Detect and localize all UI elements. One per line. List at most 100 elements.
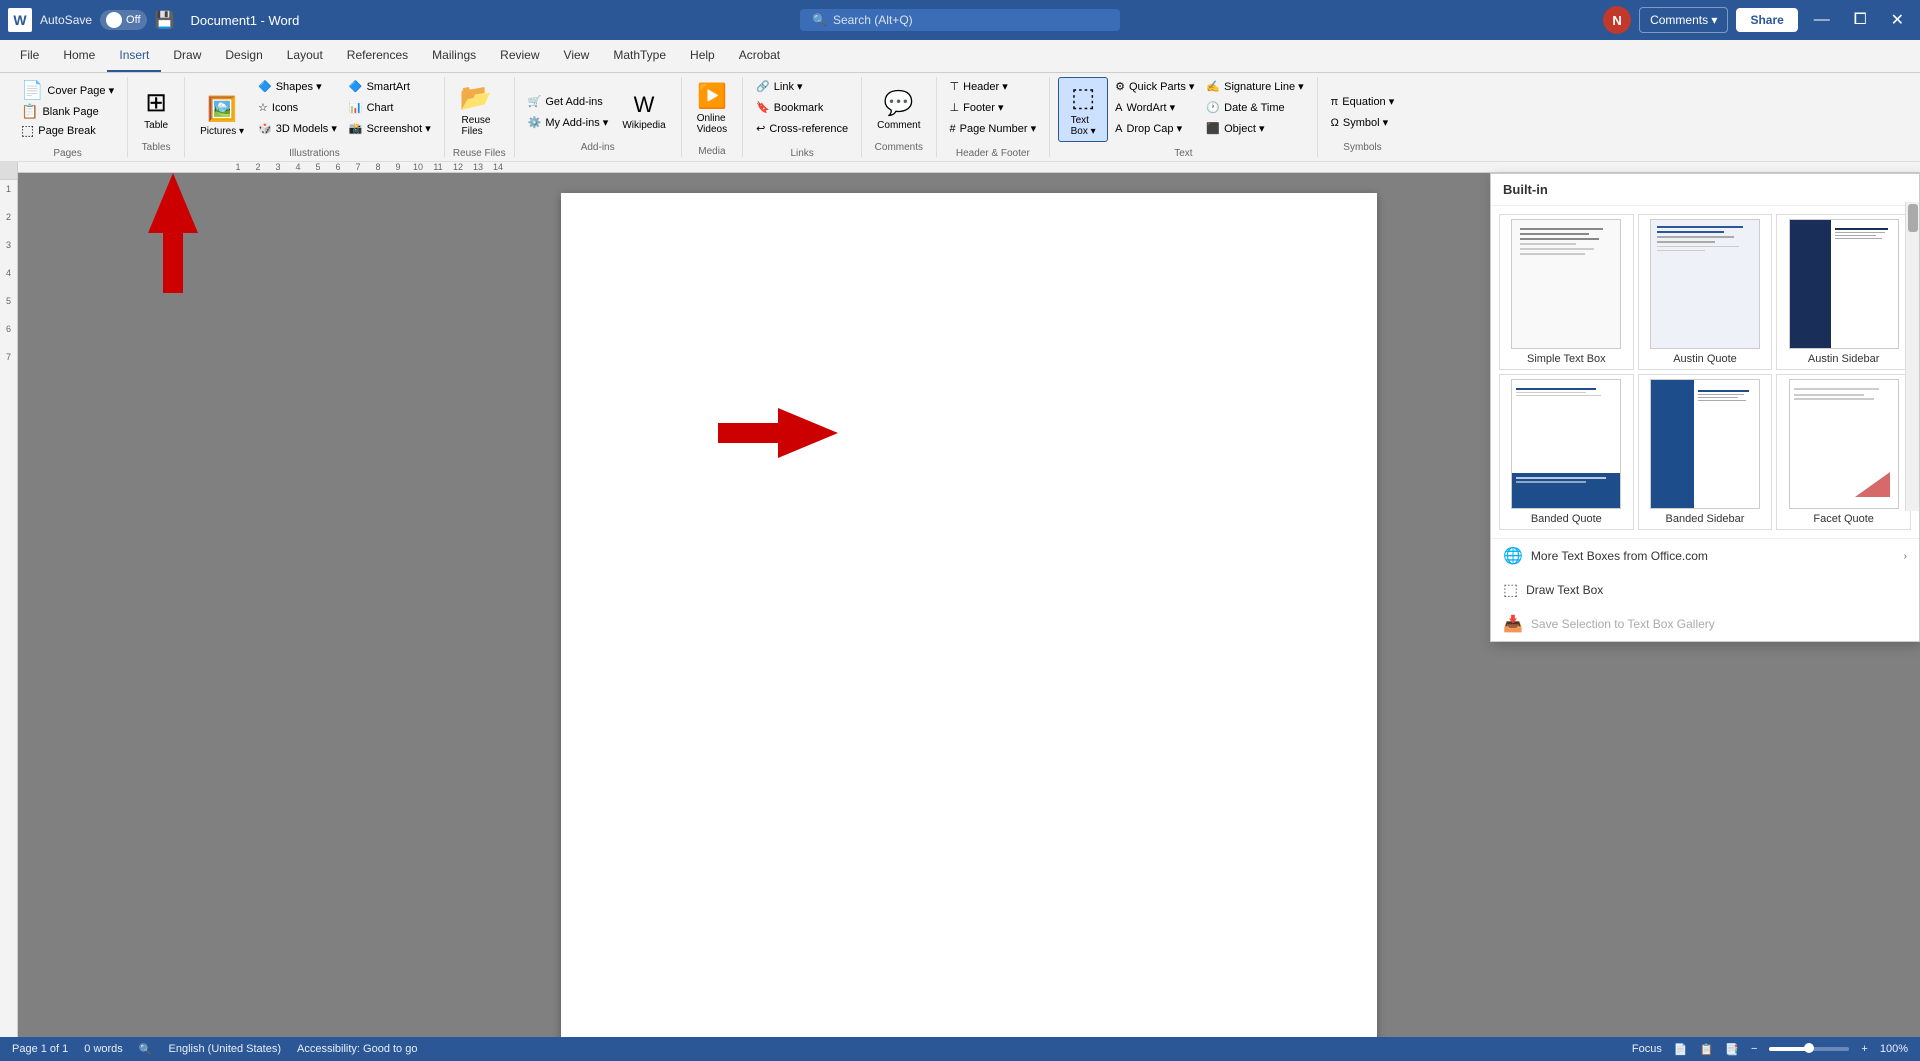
- header-button[interactable]: ⊤ Header ▾: [945, 77, 1042, 96]
- zoom-knob[interactable]: [1804, 1043, 1814, 1053]
- tab-mailings[interactable]: Mailings: [420, 40, 488, 72]
- gallery-scrollbar[interactable]: [1905, 202, 1919, 511]
- layout-page-icon[interactable]: 📄: [1674, 1043, 1688, 1056]
- language-label[interactable]: English (United States): [169, 1043, 282, 1055]
- footer-button[interactable]: ⊥ Footer ▾: [945, 98, 1042, 117]
- 3d-models-button[interactable]: 🎲 3D Models ▾: [253, 119, 342, 138]
- minimize-button[interactable]: —: [1806, 7, 1838, 33]
- avatar[interactable]: N: [1603, 6, 1631, 34]
- toggle-state: Off: [126, 14, 140, 26]
- more-text-boxes-item[interactable]: 🌐 More Text Boxes from Office.com ›: [1491, 539, 1919, 573]
- text-box-label: TextBox ▾: [1071, 115, 1096, 137]
- wordart-button[interactable]: A WordArt ▾: [1110, 98, 1199, 117]
- page-break-label: Page Break: [38, 125, 95, 137]
- bookmark-button[interactable]: 🔖 Bookmark: [751, 98, 853, 117]
- table-label: Table: [144, 120, 168, 131]
- group-addins: 🛒 Get Add-ins ⚙️ My Add-ins ▾ W Wikipedi…: [515, 77, 682, 157]
- gallery-item-banded-quote[interactable]: Banded Quote: [1499, 374, 1634, 530]
- cover-page-button[interactable]: 📄 Cover Page ▾ 📋 Blank Page ⬚ Page Break: [16, 77, 119, 142]
- cross-reference-button[interactable]: ↩ Cross-reference: [751, 119, 853, 138]
- comments-items: 💬 Comment: [870, 77, 927, 140]
- my-addins-label: My Add-ins ▾: [545, 116, 608, 129]
- online-videos-icon: ▶️: [697, 82, 727, 111]
- quick-parts-button[interactable]: ⚙ Quick Parts ▾: [1110, 77, 1199, 96]
- gallery-item-simple-text-box[interactable]: Simple Text Box: [1499, 214, 1634, 370]
- tab-layout[interactable]: Layout: [275, 40, 335, 72]
- comment-button[interactable]: 💬 Comment: [870, 84, 927, 136]
- maximize-button[interactable]: ⧠: [1846, 7, 1875, 33]
- gallery-scrollbar-thumb[interactable]: [1908, 204, 1918, 232]
- tab-references[interactable]: References: [335, 40, 420, 72]
- get-addins-icon: 🛒: [528, 95, 542, 108]
- comments-button[interactable]: Comments ▾: [1639, 7, 1728, 33]
- symbol-button[interactable]: Ω Symbol ▾: [1326, 113, 1400, 132]
- gallery-item-banded-sidebar[interactable]: Banded Sidebar: [1638, 374, 1773, 530]
- tab-file[interactable]: File: [8, 40, 51, 72]
- signature-line-button[interactable]: ✍ Signature Line ▾: [1201, 77, 1308, 96]
- autosave-toggle[interactable]: Off: [100, 10, 146, 30]
- footer-icon: ⊥: [950, 101, 960, 114]
- layout-web-icon[interactable]: 📑: [1725, 1043, 1739, 1056]
- page-number-button[interactable]: # Page Number ▾: [945, 119, 1042, 138]
- draw-text-box-item[interactable]: ⬚ Draw Text Box: [1491, 573, 1919, 607]
- banded-quote-thumb: [1511, 379, 1621, 509]
- smartart-button[interactable]: 🔷 SmartArt: [344, 77, 436, 96]
- austin-sidebar-label: Austin Sidebar: [1808, 353, 1880, 365]
- smartart-icon: 🔷: [349, 80, 363, 93]
- tab-draw[interactable]: Draw: [161, 40, 213, 72]
- tab-home[interactable]: Home: [51, 40, 107, 72]
- save-icon[interactable]: 💾: [155, 10, 175, 30]
- addins-group-label: Add-ins: [523, 140, 673, 157]
- icons-button[interactable]: ☆ Icons: [253, 98, 342, 117]
- icons-label: Icons: [272, 102, 298, 114]
- zoom-in-icon[interactable]: +: [1861, 1043, 1867, 1055]
- gallery-item-austin-quote[interactable]: Austin Quote: [1638, 214, 1773, 370]
- banded-sidebar-thumb: [1650, 379, 1760, 509]
- blank-page-label: Blank Page: [42, 106, 98, 118]
- link-button[interactable]: 🔗 Link ▾: [751, 77, 853, 96]
- text-box-button[interactable]: ⬚ TextBox ▾: [1058, 77, 1108, 142]
- online-videos-button[interactable]: ▶️ OnlineVideos: [690, 77, 734, 140]
- icons-icon: ☆: [258, 101, 268, 114]
- layout-print-icon[interactable]: 📋: [1700, 1043, 1714, 1056]
- tab-view[interactable]: View: [552, 40, 602, 72]
- dropdown-footer: 🌐 More Text Boxes from Office.com › ⬚ Dr…: [1491, 538, 1919, 641]
- get-addins-button[interactable]: 🛒 Get Add-ins: [523, 92, 614, 111]
- equation-button[interactable]: π Equation ▾: [1326, 92, 1400, 111]
- tab-help[interactable]: Help: [678, 40, 727, 72]
- tab-acrobat[interactable]: Acrobat: [727, 40, 792, 72]
- focus-button[interactable]: Focus: [1632, 1043, 1662, 1055]
- tab-review[interactable]: Review: [488, 40, 551, 72]
- drop-cap-button[interactable]: A Drop Cap ▾: [1110, 119, 1199, 138]
- share-button[interactable]: Share: [1736, 8, 1797, 32]
- date-time-button[interactable]: 🕐 Date & Time: [1201, 98, 1308, 117]
- close-button[interactable]: ✕: [1883, 6, 1912, 34]
- tab-design[interactable]: Design: [213, 40, 274, 72]
- tab-mathtype[interactable]: MathType: [601, 40, 678, 72]
- chart-icon: 📊: [349, 101, 363, 114]
- wikipedia-button[interactable]: W Wikipedia: [615, 87, 672, 136]
- vertical-ruler: 1234567: [0, 162, 18, 1037]
- accessibility-label[interactable]: Accessibility: Good to go: [297, 1043, 417, 1055]
- zoom-out-icon[interactable]: −: [1751, 1043, 1757, 1055]
- tab-insert[interactable]: Insert: [107, 40, 161, 72]
- proofing-icon[interactable]: 🔍: [139, 1043, 153, 1056]
- search-bar[interactable]: 🔍 Search (Alt+Q): [800, 9, 1120, 31]
- zoom-slider[interactable]: [1769, 1047, 1849, 1051]
- tables-group-label: Tables: [136, 140, 176, 157]
- screenshot-button[interactable]: 📸 Screenshot ▾: [344, 119, 436, 138]
- my-addins-button[interactable]: ⚙️ My Add-ins ▾: [523, 113, 614, 132]
- group-illustrations: 🖼️ Pictures ▾ 🔷 Shapes ▾ ☆ Icons 🎲 3D Mo…: [185, 77, 445, 157]
- object-label: Object ▾: [1224, 122, 1264, 135]
- table-button[interactable]: ⊞ Table: [136, 82, 176, 136]
- pictures-button[interactable]: 🖼️ Pictures ▾: [193, 90, 251, 142]
- zoom-percent[interactable]: 100%: [1880, 1043, 1908, 1055]
- object-button[interactable]: ⬛ Object ▾: [1201, 119, 1308, 138]
- chart-button[interactable]: 📊 Chart: [344, 98, 436, 117]
- reuse-files-button[interactable]: 📂 ReuseFiles: [453, 77, 499, 142]
- gallery-item-austin-sidebar[interactable]: Austin Sidebar: [1776, 214, 1911, 370]
- shapes-button[interactable]: 🔷 Shapes ▾: [253, 77, 342, 96]
- screenshot-icon: 📸: [349, 122, 363, 135]
- word-count: 0 words: [84, 1043, 123, 1055]
- gallery-item-facet-quote[interactable]: Facet Quote: [1776, 374, 1911, 530]
